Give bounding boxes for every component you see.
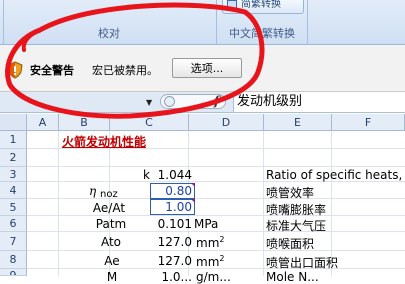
eta-subscript: noz <box>100 189 118 200</box>
ato-unit-cell[interactable]: mm2 <box>196 235 224 250</box>
eta-value-cell[interactable]: 0.80 <box>150 183 195 199</box>
row-header-2[interactable]: 2 <box>0 149 27 167</box>
row9-unit-cell[interactable]: g/m... <box>196 270 231 284</box>
column-header-f[interactable]: F <box>332 114 405 131</box>
simplified-traditional-button[interactable]: 简繁转换 <box>222 0 304 14</box>
row9-label-cell[interactable]: M <box>98 270 126 284</box>
aeat-value-cell[interactable]: 1.00 <box>150 199 195 215</box>
group-separator <box>307 0 308 44</box>
chinese-conversion-group-label: 中文简繁转换 <box>229 27 295 40</box>
column-header-e[interactable]: E <box>264 114 332 131</box>
eta-description-cell[interactable]: 喷管效率 <box>266 184 314 201</box>
k-description-cell[interactable]: Ratio of specific heats, 2 <box>266 168 405 182</box>
insert-function-icon[interactable]: f <box>214 94 219 108</box>
shield-warning-icon <box>7 61 23 79</box>
proofing-group-label: 校对 <box>98 27 120 40</box>
ribbon: 简繁转换 校对 中文简繁转换 <box>0 0 405 45</box>
gridline <box>27 166 405 167</box>
ae-unit: mm <box>196 255 220 269</box>
patm-unit-cell[interactable]: MPa <box>194 217 218 231</box>
row-header-3[interactable]: 3 <box>0 167 27 182</box>
ae-unit-cell[interactable]: mm2 <box>196 254 224 269</box>
row-header-4[interactable]: 4 <box>0 182 27 199</box>
options-button[interactable]: 选项... <box>172 58 242 78</box>
ato-label-cell[interactable]: Ato <box>90 235 132 249</box>
row-header-8[interactable]: 8 <box>0 251 27 269</box>
column-header-c[interactable]: C <box>110 114 189 131</box>
row9-value-cell[interactable]: 1.0... <box>145 270 192 284</box>
row9-description-cell[interactable]: Mole N... <box>266 270 319 284</box>
ae-value-cell[interactable]: 127.0 <box>150 254 192 268</box>
select-all-corner[interactable] <box>0 114 27 131</box>
ae-label-cell[interactable]: Ae <box>92 254 132 268</box>
eta-label-cell[interactable]: η noz <box>89 184 118 200</box>
column-header-a[interactable]: A <box>27 114 59 131</box>
k-label-cell[interactable]: k <box>110 168 150 182</box>
convert-icon <box>227 0 237 9</box>
comment-indicator <box>191 199 195 203</box>
row-header-7[interactable]: 7 <box>0 232 27 251</box>
patm-description-cell[interactable]: 标准大气压 <box>266 217 326 234</box>
aeat-label-cell[interactable]: Ae/At <box>84 201 134 215</box>
macros-disabled-text: 宏已被禁用。 <box>92 64 158 77</box>
ato-value-cell[interactable]: 127.0 <box>150 235 192 249</box>
patm-label-cell[interactable]: Patm <box>87 217 135 231</box>
comment-indicator <box>191 183 195 187</box>
gridline <box>27 198 405 199</box>
gridline <box>27 215 405 216</box>
ato-unit-exponent: 2 <box>219 235 225 244</box>
ae-unit-exponent: 2 <box>219 254 225 263</box>
gridline <box>263 131 264 276</box>
k-value-cell[interactable]: 1.044 <box>150 168 192 182</box>
simplified-traditional-label: 简繁转换 <box>241 0 281 10</box>
row-header-9[interactable]: 9 <box>0 269 27 276</box>
ae-description-cell[interactable]: 喷管出口面积 <box>266 254 338 271</box>
formula-bar: ▼ f 发动机级别 <box>0 92 405 113</box>
eta-symbol: η <box>89 184 97 198</box>
security-warning-title: 安全警告 <box>30 64 74 77</box>
security-warning-bar: 安全警告 宏已被禁用。 选项... <box>0 45 405 92</box>
aeat-description-cell[interactable]: 喷嘴膨胀率 <box>266 201 326 218</box>
row-header-5[interactable]: 5 <box>0 199 27 216</box>
patm-value-cell[interactable]: 0.101 <box>150 217 192 231</box>
circle-icon <box>164 96 175 107</box>
name-box-dropdown-icon[interactable]: ▼ <box>146 98 152 107</box>
row-header-1[interactable]: 1 <box>0 131 27 149</box>
column-header-b[interactable]: B <box>59 114 110 131</box>
gridline <box>27 231 405 232</box>
sheet-title-cell[interactable]: 火箭发动机性能 <box>62 133 146 150</box>
ato-description-cell[interactable]: 喷喉面积 <box>266 235 314 252</box>
gridline <box>58 131 59 276</box>
formula-input[interactable]: 发动机级别 <box>233 92 405 112</box>
gridline <box>27 250 405 251</box>
column-header-d[interactable]: D <box>189 114 264 131</box>
ato-unit: mm <box>196 236 220 250</box>
row-header-6[interactable]: 6 <box>0 216 27 232</box>
